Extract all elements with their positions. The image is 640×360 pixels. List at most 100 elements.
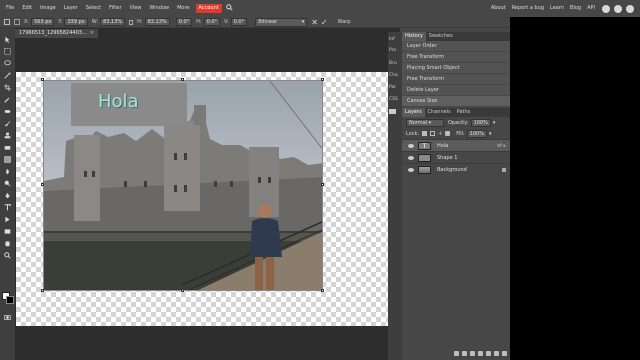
tab-layers[interactable]: Layers xyxy=(402,108,425,117)
text-layer-hola[interactable]: Hola xyxy=(98,91,139,112)
link-learn[interactable]: Learn xyxy=(547,0,567,17)
menu-view[interactable]: View xyxy=(126,0,146,17)
marquee-tool-icon[interactable] xyxy=(4,48,11,55)
path-select-icon[interactable] xyxy=(4,216,11,223)
crop-tool-icon[interactable] xyxy=(4,84,11,91)
adjustment-layer-icon[interactable] xyxy=(478,350,483,356)
delete-layer-icon[interactable] xyxy=(502,350,507,356)
link-about[interactable]: About xyxy=(488,0,509,17)
interpolation-select[interactable]: Bilinear ▾ xyxy=(255,17,308,27)
h-input[interactable]: 83.13% xyxy=(144,18,170,26)
tab-swatches[interactable]: Swatches xyxy=(426,32,456,41)
transform-handle-bl[interactable] xyxy=(41,289,44,292)
transform-handle-br[interactable] xyxy=(321,289,324,292)
transform-handle-tc[interactable] xyxy=(181,78,184,81)
menu-more[interactable]: More xyxy=(173,0,193,17)
tab-channels[interactable]: Channels xyxy=(425,108,454,117)
opacity-dropdown-icon[interactable]: ▾ xyxy=(493,120,496,126)
lock-all-icon[interactable] xyxy=(445,131,451,136)
clone-stamp-icon[interactable] xyxy=(4,132,11,139)
transform-handle-bc[interactable] xyxy=(181,289,184,292)
link-report-bug[interactable]: Report a bug xyxy=(509,0,547,17)
healing-brush-icon[interactable] xyxy=(4,108,11,114)
mini-panel-character[interactable]: Cha xyxy=(389,70,402,81)
w-input[interactable]: 83.13% xyxy=(100,18,126,26)
close-document-icon[interactable]: ✕ xyxy=(90,30,94,36)
layer-fx-icon[interactable]: ef ▸ xyxy=(497,143,506,149)
quick-mask-icon[interactable] xyxy=(4,314,11,320)
transform-handle-tr[interactable] xyxy=(321,78,324,81)
skew-v-input[interactable]: 0.0° xyxy=(230,18,248,26)
layer-mask-icon[interactable] xyxy=(470,350,475,356)
transform-handle-tl[interactable] xyxy=(41,78,44,81)
lasso-tool-icon[interactable] xyxy=(4,60,11,66)
lock-pixels-icon[interactable] xyxy=(430,131,436,136)
tab-paths[interactable]: Paths xyxy=(454,108,474,117)
history-item[interactable]: Layer Order xyxy=(402,41,510,52)
pen-tool-icon[interactable] xyxy=(4,192,11,199)
visibility-eye-icon[interactable] xyxy=(408,143,414,148)
layer-row-background[interactable]: Background xyxy=(402,163,510,175)
eraser-tool-icon[interactable] xyxy=(4,144,11,150)
transform-handle-ml[interactable] xyxy=(41,183,44,186)
lock-position-icon[interactable]: ✛ xyxy=(438,131,442,137)
commit-transform-icon[interactable]: ✓ xyxy=(321,18,328,27)
warp-button[interactable]: Warp xyxy=(338,19,351,25)
history-item[interactable]: Delete Layer xyxy=(402,85,510,96)
layer-effects-icon[interactable] xyxy=(462,350,467,356)
menu-layer[interactable]: Layer xyxy=(60,0,82,17)
cancel-transform-icon[interactable]: ✕ xyxy=(311,18,318,27)
show-transform-checkbox[interactable] xyxy=(14,19,20,25)
link-layers-icon[interactable] xyxy=(454,350,459,356)
mini-panel-css[interactable]: CSS xyxy=(389,94,402,105)
document-tab[interactable]: 17966513_12965824403... ✕ xyxy=(15,29,98,38)
eyedropper-icon[interactable] xyxy=(4,96,11,103)
lock-transparency-icon[interactable] xyxy=(422,131,428,136)
y-input[interactable]: 339 px xyxy=(64,18,88,26)
fill-dropdown-icon[interactable]: ▾ xyxy=(489,131,492,137)
menu-filter[interactable]: Filter xyxy=(105,0,125,17)
zoom-tool-icon[interactable] xyxy=(4,252,11,259)
magic-wand-icon[interactable] xyxy=(4,72,11,79)
mini-panel-brush[interactable]: Bru xyxy=(389,58,402,69)
link-proportions-icon[interactable] xyxy=(129,19,134,25)
menu-window[interactable]: Window xyxy=(145,0,173,17)
move-tool-icon[interactable] xyxy=(4,36,11,43)
move-tool-options-icon[interactable] xyxy=(4,19,10,25)
dodge-tool-icon[interactable] xyxy=(4,180,11,187)
menu-edit[interactable]: Edit xyxy=(18,0,36,17)
visibility-eye-icon[interactable] xyxy=(408,155,414,160)
hand-tool-icon[interactable] xyxy=(4,240,11,247)
visibility-eye-icon[interactable] xyxy=(408,167,414,172)
mini-panel-properties[interactable]: Pro xyxy=(389,45,402,56)
twitter-icon[interactable] xyxy=(614,4,622,13)
x-input[interactable]: 563 px xyxy=(31,18,55,26)
blend-mode-select[interactable]: Normal ▾ xyxy=(406,118,444,127)
blur-tool-icon[interactable] xyxy=(4,168,11,175)
brush-tool-icon[interactable] xyxy=(4,120,11,127)
link-api[interactable]: API xyxy=(584,0,598,17)
mini-panel-image-icon[interactable] xyxy=(389,106,402,117)
link-blog[interactable]: Blog xyxy=(567,0,584,17)
rotate-input[interactable]: 0.0° xyxy=(175,18,193,26)
new-group-icon[interactable] xyxy=(486,350,491,356)
reddit-icon[interactable] xyxy=(602,4,610,13)
fill-input[interactable]: 100% xyxy=(466,129,487,138)
account-button[interactable]: Account xyxy=(195,4,222,13)
background-color-swatch[interactable] xyxy=(6,296,14,304)
transform-handle-mr[interactable] xyxy=(321,183,324,186)
menu-select[interactable]: Select xyxy=(82,0,105,17)
history-item[interactable]: Placing Smart Object xyxy=(402,63,510,74)
history-item[interactable]: Free Transform xyxy=(402,52,510,63)
mini-panel-paragraph[interactable]: Par xyxy=(389,82,402,93)
layer-row-shape-1[interactable]: Shape 1 xyxy=(402,151,510,163)
history-item[interactable]: Canvas Size xyxy=(402,96,510,107)
shape-tool-icon[interactable] xyxy=(4,228,11,234)
skew-h-input[interactable]: 0.0° xyxy=(203,18,221,26)
mini-panel-info[interactable]: Inf xyxy=(389,34,402,45)
menu-file[interactable]: File xyxy=(2,0,18,17)
menu-image[interactable]: Image xyxy=(36,0,60,17)
search-icon[interactable] xyxy=(225,4,233,13)
history-item[interactable]: Free Transform xyxy=(402,74,510,85)
new-layer-icon[interactable] xyxy=(494,350,499,356)
